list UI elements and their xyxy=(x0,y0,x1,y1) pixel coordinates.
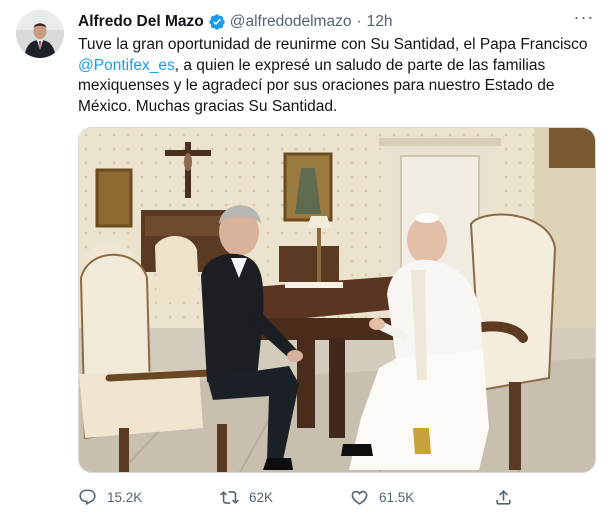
share-icon xyxy=(496,489,511,505)
author-handle[interactable]: @alfredodelmazo xyxy=(230,13,352,31)
share-button[interactable] xyxy=(494,488,523,507)
separator-dot: · xyxy=(356,13,362,30)
mention-link[interactable]: @Pontifex_es xyxy=(78,57,175,74)
heart-icon xyxy=(351,490,368,505)
tweet-photo[interactable] xyxy=(78,127,596,473)
tweet-text-part1: Tuve la gran oportunidad de reunirme con… xyxy=(78,36,588,53)
timestamp[interactable]: 12h xyxy=(367,13,393,31)
photo-image xyxy=(79,128,595,472)
tweet-header: Alfredo Del Mazo @alfredodelmazo · 12h xyxy=(78,12,595,32)
tweet-text: Tuve la gran oportunidad de reunirme con… xyxy=(78,35,598,117)
retweet-button[interactable]: 62K xyxy=(220,488,273,507)
author-name[interactable]: Alfredo Del Mazo xyxy=(78,13,204,31)
retweet-count: 62K xyxy=(249,489,274,505)
avatar-image xyxy=(16,10,64,58)
reply-icon xyxy=(79,489,96,505)
like-button[interactable]: 61.5K xyxy=(350,488,414,507)
like-count: 61.5K xyxy=(379,489,415,505)
tweet-actions: 15.2K 62K 61.5K xyxy=(78,486,578,508)
verified-badge-icon xyxy=(209,14,225,30)
retweet-icon xyxy=(220,490,239,504)
more-icon[interactable]: ··· xyxy=(573,8,595,30)
avatar[interactable] xyxy=(16,10,64,58)
reply-count: 15.2K xyxy=(107,489,143,505)
reply-button[interactable]: 15.2K xyxy=(78,488,142,507)
